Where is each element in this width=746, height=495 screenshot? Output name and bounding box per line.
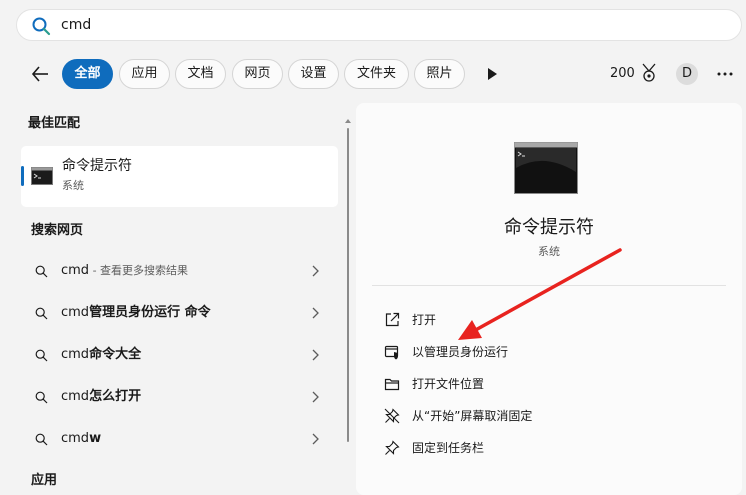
search-icon bbox=[35, 307, 48, 320]
web-result-bold-text: w bbox=[89, 431, 102, 446]
action-label: 打开文件位置 bbox=[412, 377, 485, 391]
best-match-item[interactable]: 命令提示符 系统 bbox=[21, 146, 338, 207]
web-search-header: 搜索网页 bbox=[31, 223, 84, 238]
open-external-icon bbox=[385, 312, 400, 327]
play-more-filters-icon[interactable] bbox=[486, 67, 498, 81]
apps-header: 应用 bbox=[31, 473, 58, 488]
search-box[interactable]: cmd bbox=[16, 9, 742, 41]
chevron-right-icon bbox=[312, 433, 319, 445]
command-prompt-icon bbox=[31, 167, 53, 185]
web-result-hint: - 查看更多搜索结果 bbox=[89, 264, 189, 277]
web-result-text: cmd bbox=[61, 431, 90, 446]
tab-web[interactable]: 网页 bbox=[232, 59, 283, 89]
web-result-text: cmd bbox=[61, 263, 90, 278]
shield-icon bbox=[384, 345, 399, 360]
chevron-right-icon bbox=[312, 349, 319, 361]
tab-settings[interactable]: 设置 bbox=[288, 59, 339, 89]
rewards-medal-icon[interactable] bbox=[640, 63, 658, 83]
detail-panel: 命令提示符 系统 打开 以管理员身份运行 打开文件位置 从“开始”屏幕取消固定 bbox=[356, 103, 742, 495]
action-label: 从“开始”屏幕取消固定 bbox=[412, 409, 533, 423]
action-unpin-start[interactable]: 从“开始”屏幕取消固定 bbox=[372, 402, 712, 430]
unpin-icon bbox=[384, 408, 400, 424]
web-result-bold-text: 命令大全 bbox=[89, 347, 142, 362]
action-run-as-admin[interactable]: 以管理员身份运行 bbox=[372, 338, 712, 366]
more-options-icon[interactable] bbox=[716, 66, 734, 82]
action-label: 打开 bbox=[412, 313, 437, 327]
action-label: 以管理员身份运行 bbox=[412, 345, 509, 359]
web-result-text: cmd bbox=[61, 305, 90, 320]
best-match-title: 命令提示符 bbox=[62, 158, 132, 174]
web-result-bold-text: 怎么打开 bbox=[89, 389, 142, 404]
search-icon bbox=[35, 391, 48, 404]
web-result-text: cmd bbox=[61, 347, 90, 362]
divider bbox=[372, 285, 726, 286]
tab-all[interactable]: 全部 bbox=[62, 59, 113, 89]
search-icon bbox=[35, 265, 48, 278]
action-label: 固定到任务栏 bbox=[412, 441, 485, 455]
avatar[interactable]: D bbox=[676, 63, 698, 85]
selection-indicator bbox=[21, 166, 24, 186]
search-icon bbox=[35, 349, 48, 362]
action-open-file-location[interactable]: 打开文件位置 bbox=[372, 370, 712, 398]
tab-folders[interactable]: 文件夹 bbox=[344, 59, 409, 89]
action-pin-taskbar[interactable]: 固定到任务栏 bbox=[372, 434, 712, 462]
chevron-right-icon bbox=[312, 307, 319, 319]
search-icon bbox=[35, 433, 48, 446]
scrollbar-thumb[interactable] bbox=[347, 128, 349, 442]
chevron-right-icon bbox=[312, 391, 319, 403]
folder-icon bbox=[384, 378, 400, 391]
chevron-right-icon bbox=[312, 265, 319, 277]
web-result-item[interactable]: cmd怎么打开 bbox=[24, 380, 336, 414]
pin-icon bbox=[385, 440, 400, 455]
command-prompt-icon bbox=[514, 142, 578, 194]
search-icon bbox=[32, 17, 51, 36]
web-result-item[interactable]: cmd - 查看更多搜索结果 bbox=[24, 254, 336, 288]
results-scrollbar[interactable] bbox=[345, 118, 351, 442]
search-input[interactable]: cmd bbox=[61, 16, 91, 34]
scroll-up-icon[interactable] bbox=[345, 118, 351, 124]
tab-documents[interactable]: 文档 bbox=[175, 59, 226, 89]
detail-title: 命令提示符 bbox=[504, 217, 594, 238]
best-match-header: 最佳匹配 bbox=[28, 116, 81, 131]
detail-subtitle: 系统 bbox=[538, 245, 560, 258]
web-result-text: cmd bbox=[61, 389, 90, 404]
web-result-bold-text: 管理员身份运行 命令 bbox=[89, 305, 211, 320]
tab-apps[interactable]: 应用 bbox=[119, 59, 170, 89]
back-arrow-icon[interactable] bbox=[30, 64, 50, 84]
tab-photos[interactable]: 照片 bbox=[414, 59, 465, 89]
web-result-item[interactable]: cmd管理员身份运行 命令 bbox=[24, 296, 336, 330]
action-open[interactable]: 打开 bbox=[372, 306, 712, 334]
rewards-points: 200 bbox=[610, 66, 635, 81]
best-match-subtitle: 系统 bbox=[62, 179, 84, 192]
web-result-item[interactable]: cmdw bbox=[24, 422, 336, 456]
web-result-item[interactable]: cmd命令大全 bbox=[24, 338, 336, 372]
